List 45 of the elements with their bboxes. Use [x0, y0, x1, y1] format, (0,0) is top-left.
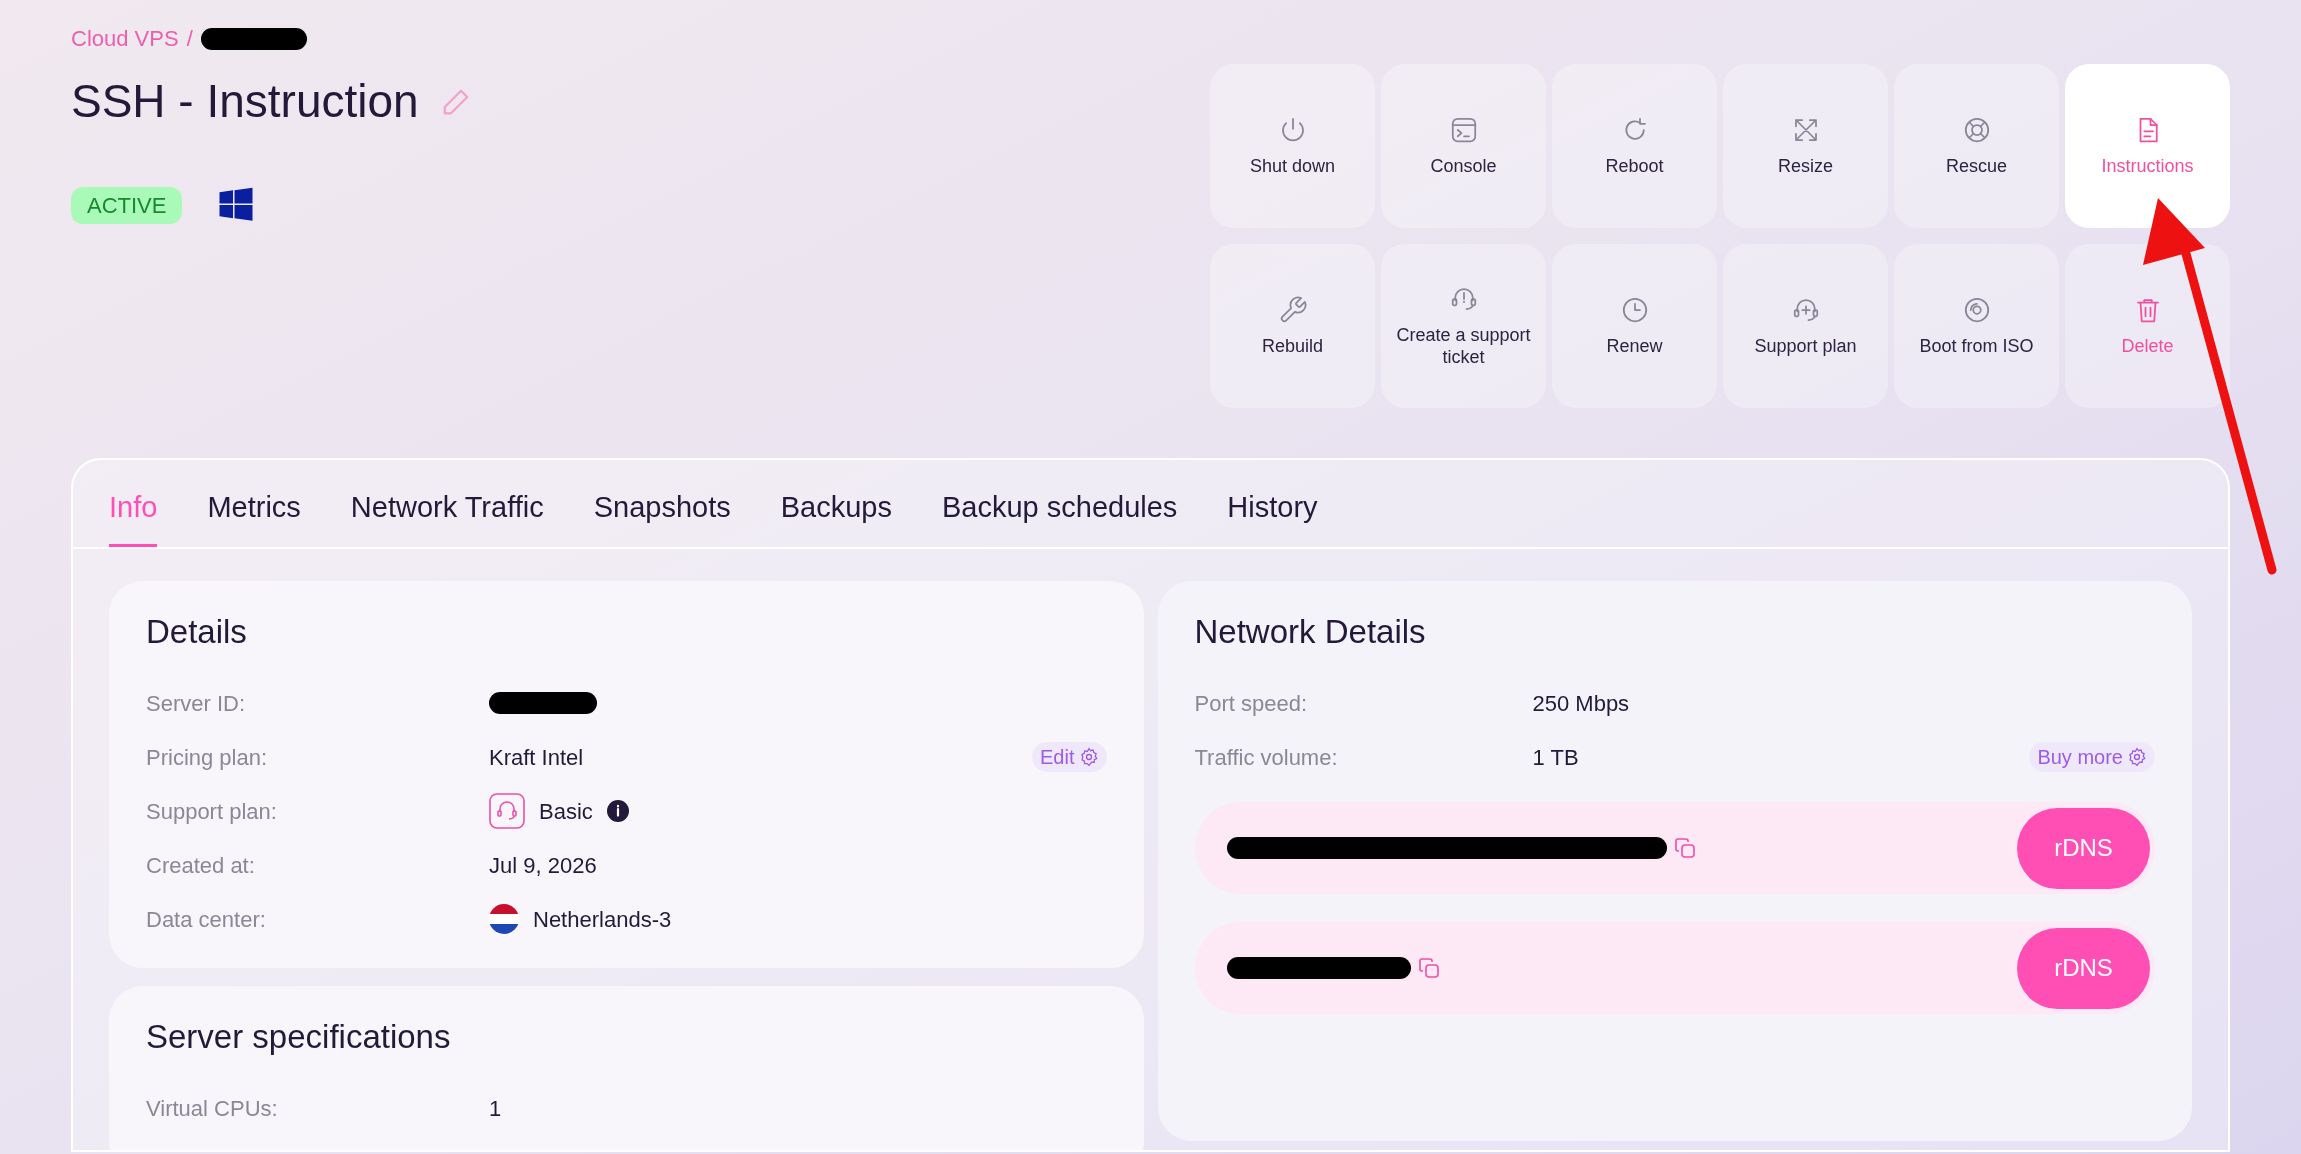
headset-icon	[489, 793, 525, 829]
action-button[interactable]: Rebuild	[1210, 244, 1375, 408]
gear-icon	[1078, 747, 1099, 767]
field-value: 1	[489, 1095, 502, 1123]
field-label: Pricing plan:	[146, 743, 269, 772]
card-title: Server specifications	[146, 1017, 452, 1057]
breadcrumb-separator: /	[186, 25, 193, 53]
action-button[interactable]: Console	[1381, 64, 1546, 228]
gear-icon	[2127, 747, 2147, 767]
tab[interactable]: Backups	[780, 486, 892, 547]
card-title: Details	[146, 611, 248, 652]
status-badge: ACTIVE	[71, 186, 183, 224]
field-value: Basic	[539, 797, 593, 826]
field-value: 1 TB	[1532, 743, 1579, 772]
action-button[interactable]: Create a support ticket	[1381, 244, 1546, 408]
field-label: Virtual CPUs:	[146, 1095, 279, 1123]
action-button[interactable]: Boot from ISO	[1894, 244, 2059, 408]
field-value: Kraft Intel	[489, 743, 584, 772]
action-button[interactable]: Rescue	[1894, 64, 2059, 228]
copy-icon[interactable]	[1416, 956, 1441, 980]
field-value: Netherlands-3	[533, 905, 672, 934]
field-label: Created at:	[146, 851, 256, 880]
card-title: Network Details	[1194, 611, 1427, 652]
action-button[interactable]: Reboot	[1552, 64, 1717, 228]
page-title: SSH - Instruction	[71, 74, 419, 129]
info-icon[interactable]	[606, 800, 629, 822]
field-label: Data center:	[146, 905, 267, 934]
field-value: Jul 9, 2026	[489, 851, 597, 880]
netherlands-flag-icon	[489, 904, 519, 934]
field-label: Traffic volume:	[1194, 743, 1339, 772]
tab[interactable]: History	[1227, 486, 1318, 547]
field-label: Server ID:	[146, 689, 247, 718]
tab[interactable]: Metrics	[207, 486, 301, 547]
windows-logo-icon	[218, 187, 255, 223]
field-value: 250 Mbps	[1532, 689, 1630, 718]
field-label: Support plan:	[146, 797, 278, 826]
tab[interactable]: Network Traffic	[350, 486, 544, 547]
tab[interactable]: Backup schedules	[941, 486, 1178, 547]
action-button[interactable]: Shut down	[1210, 64, 1375, 228]
action-button[interactable]: Renew	[1552, 244, 1717, 408]
action-button[interactable]: Resize	[1723, 64, 1888, 228]
copy-icon[interactable]	[1672, 836, 1697, 860]
action-button[interactable]: Support plan	[1723, 244, 1888, 408]
field-label: Port speed:	[1194, 689, 1308, 718]
tab[interactable]: Snapshots	[593, 486, 731, 547]
